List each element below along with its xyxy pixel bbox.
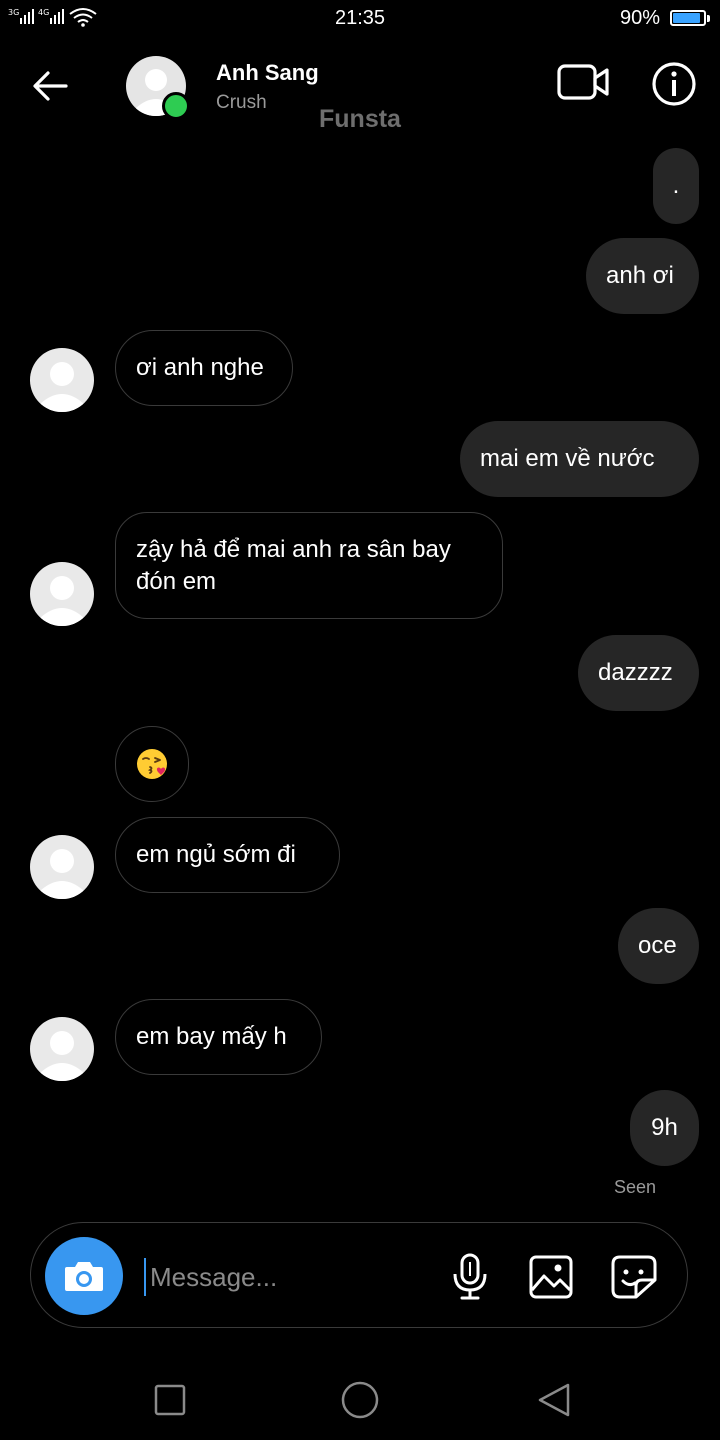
battery-fill (673, 13, 700, 23)
message-outgoing[interactable]: . (653, 148, 699, 224)
info-icon[interactable] (650, 60, 698, 108)
message-incoming[interactable]: em bay mấy h (115, 999, 322, 1075)
image-icon[interactable] (528, 1254, 574, 1300)
contact-name[interactable]: Anh Sang (216, 60, 319, 86)
kissing-face-heart-icon (137, 749, 167, 779)
sender-avatar[interactable] (30, 835, 94, 899)
battery-tip (707, 15, 710, 22)
nav-back-icon[interactable] (536, 1382, 572, 1418)
microphone-icon[interactable] (450, 1252, 490, 1302)
message-incoming[interactable]: em ngủ sớm đi (115, 817, 340, 893)
sticker-icon[interactable] (610, 1254, 658, 1300)
nav-home-icon[interactable] (340, 1380, 380, 1420)
clock: 21:35 (334, 7, 386, 29)
seen-indicator: Seen (614, 1177, 657, 1197)
message-outgoing[interactable]: oce (618, 908, 699, 984)
message-incoming-emoji[interactable] (115, 726, 189, 802)
message-incoming[interactable]: ơi anh nghe (115, 330, 293, 406)
sender-avatar[interactable] (30, 562, 94, 626)
sender-avatar[interactable] (30, 348, 94, 412)
account-label: Funsta (319, 105, 401, 133)
message-input[interactable] (144, 1258, 430, 1296)
battery-percent: 90% (619, 7, 660, 29)
message-outgoing[interactable]: anh ơi (586, 238, 699, 314)
message-outgoing[interactable]: mai em về nước (460, 421, 699, 497)
message-outgoing[interactable]: dazzzz (578, 635, 699, 711)
camera-icon (65, 1262, 103, 1291)
battery-icon (670, 10, 706, 26)
camera-button[interactable] (45, 1237, 123, 1315)
video-camera-icon[interactable] (556, 60, 612, 106)
message-outgoing[interactable]: 9h (630, 1090, 699, 1166)
status-bar: 3G 4G 21:35 90% (0, 0, 720, 38)
message-incoming[interactable]: zậy hả để mai anh ra sân bay đón em (115, 512, 503, 619)
back-arrow-icon[interactable] (30, 66, 70, 106)
nav-recents-icon[interactable] (154, 1384, 186, 1416)
sender-avatar[interactable] (30, 1017, 94, 1081)
